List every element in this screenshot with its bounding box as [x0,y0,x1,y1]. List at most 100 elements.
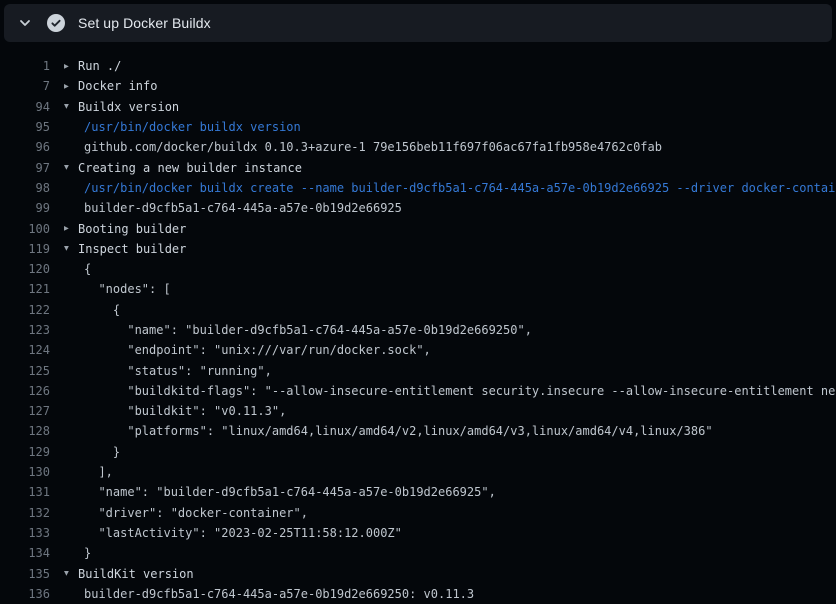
log-output-text: "endpoint": "unix:///var/run/docker.sock… [84,343,431,357]
line-number[interactable]: 128 [0,424,50,438]
line-number[interactable]: 97 [0,161,50,175]
log-output-text: "status": "running", [84,364,272,378]
log-line: 131 "name": "builder-d9cfb5a1-c764-445a-… [0,482,836,502]
line-number[interactable]: 96 [0,140,50,154]
log-line: 119 ▼Inspect builder [0,239,836,259]
log-line: 127 "buildkit": "v0.11.3", [0,401,836,421]
log-line: 128 "platforms": "linux/amd64,linux/amd6… [0,421,836,441]
step-title: Set up Docker Buildx [78,15,211,31]
log-group-toggle[interactable]: ▼Buildx version [64,100,179,114]
log-viewer: 1▶Run ./7▶Docker info94▼Buildx version95… [0,42,836,604]
log-output-text: } [84,445,120,459]
line-number[interactable]: 127 [0,404,50,418]
log-line: 122 { [0,300,836,320]
log-line: 100 ▶Booting builder [0,218,836,238]
log-line: 98/usr/bin/docker buildx create --name b… [0,178,836,198]
log-group-toggle[interactable]: ▶Docker info [64,79,157,93]
log-output-text: builder-d9cfb5a1-c764-445a-a57e-0b19d2e6… [84,587,474,601]
log-line: 7 ▶Docker info [0,76,836,96]
line-number[interactable]: 119 [0,242,50,256]
log-line: 94 ▼Buildx version [0,97,836,117]
line-number[interactable]: 124 [0,343,50,357]
log-output-text: } [84,546,91,560]
log-group-toggle[interactable]: ▼Creating a new builder instance [64,161,302,175]
log-line: 133 "lastActivity": "2023-02-25T11:58:12… [0,523,836,543]
line-number[interactable]: 125 [0,364,50,378]
log-command-text: /usr/bin/docker buildx version [84,120,301,134]
log-group-label[interactable]: Inspect builder [78,242,186,256]
log-group-label[interactable]: BuildKit version [78,567,194,581]
triangle-expanded-icon[interactable]: ▼ [64,102,78,111]
line-number[interactable]: 135 [0,567,50,581]
log-command-text: /usr/bin/docker buildx create --name bui… [84,181,836,195]
line-number[interactable]: 123 [0,323,50,337]
line-number[interactable]: 132 [0,506,50,520]
check-circle-icon [47,14,65,32]
line-number[interactable]: 120 [0,262,50,276]
log-output-text: { [84,262,91,276]
log-output-text: "buildkitd-flags": "--allow-insecure-ent… [84,384,836,398]
log-group-toggle[interactable]: ▶Run ./ [64,59,121,73]
log-line: 99 builder-d9cfb5a1-c764-445a-a57e-0b19d2… [0,198,836,218]
log-output-text: "name": "builder-d9cfb5a1-c764-445a-a57e… [84,485,496,499]
line-number[interactable]: 130 [0,465,50,479]
log-group-label[interactable]: Booting builder [78,222,186,236]
log-output-text: ], [84,465,113,479]
triangle-collapsed-icon[interactable]: ▶ [64,224,78,233]
line-number[interactable]: 95 [0,120,50,134]
line-number[interactable]: 133 [0,526,50,540]
line-number[interactable]: 129 [0,445,50,459]
log-group-label[interactable]: Docker info [78,79,157,93]
chevron-down-icon[interactable] [16,14,34,32]
line-number[interactable]: 126 [0,384,50,398]
log-output-text: "lastActivity": "2023-02-25T11:58:12.000… [84,526,402,540]
log-output-text: "buildkit": "v0.11.3", [84,404,286,418]
log-group-label[interactable]: Creating a new builder instance [78,161,302,175]
log-output-text: "driver": "docker-container", [84,506,308,520]
triangle-collapsed-icon[interactable]: ▶ [64,81,78,90]
step-header[interactable]: Set up Docker Buildx [4,4,832,42]
line-number[interactable]: 121 [0,282,50,296]
log-line: 123 "name": "builder-d9cfb5a1-c764-445a-… [0,320,836,340]
line-number[interactable]: 100 [0,222,50,236]
log-line: 136 builder-d9cfb5a1-c764-445a-a57e-0b19d… [0,584,836,604]
log-group-label[interactable]: Run ./ [78,59,121,73]
log-line: 130 ], [0,462,836,482]
log-output-text: github.com/docker/buildx 0.10.3+azure-1 … [84,140,662,154]
log-line: 120 { [0,259,836,279]
log-line: 96 github.com/docker/buildx 0.10.3+azure-… [0,137,836,157]
log-line: 121 "nodes": [ [0,279,836,299]
line-number[interactable]: 136 [0,587,50,601]
log-line: 135 ▼BuildKit version [0,563,836,583]
log-output-text: "name": "builder-d9cfb5a1-c764-445a-a57e… [84,323,532,337]
line-number[interactable]: 1 [0,59,50,73]
log-line: 134} [0,543,836,563]
log-line: 132 "driver": "docker-container", [0,503,836,523]
line-number[interactable]: 99 [0,201,50,215]
log-group-toggle[interactable]: ▼BuildKit version [64,567,194,581]
log-line: 125 "status": "running", [0,360,836,380]
log-line: 95/usr/bin/docker buildx version [0,117,836,137]
triangle-collapsed-icon[interactable]: ▶ [64,61,78,70]
log-line: 124 "endpoint": "unix:///var/run/docker.… [0,340,836,360]
log-output-text: "nodes": [ [84,282,171,296]
log-line: 97 ▼Creating a new builder instance [0,157,836,177]
line-number[interactable]: 131 [0,485,50,499]
log-output-text: builder-d9cfb5a1-c764-445a-a57e-0b19d2e6… [84,201,402,215]
log-group-toggle[interactable]: ▶Booting builder [64,222,186,236]
line-number[interactable]: 98 [0,181,50,195]
triangle-expanded-icon[interactable]: ▼ [64,569,78,578]
log-line: 129 } [0,442,836,462]
triangle-expanded-icon[interactable]: ▼ [64,244,78,253]
log-group-toggle[interactable]: ▼Inspect builder [64,242,186,256]
log-group-label[interactable]: Buildx version [78,100,179,114]
line-number[interactable]: 122 [0,303,50,317]
line-number[interactable]: 7 [0,79,50,93]
line-number[interactable]: 94 [0,100,50,114]
log-output-text: "platforms": "linux/amd64,linux/amd64/v2… [84,424,713,438]
triangle-expanded-icon[interactable]: ▼ [64,163,78,172]
log-line: 1 ▶Run ./ [0,56,836,76]
log-output-text: { [84,303,120,317]
log-line: 126 "buildkitd-flags": "--allow-insecure… [0,381,836,401]
line-number[interactable]: 134 [0,546,50,560]
